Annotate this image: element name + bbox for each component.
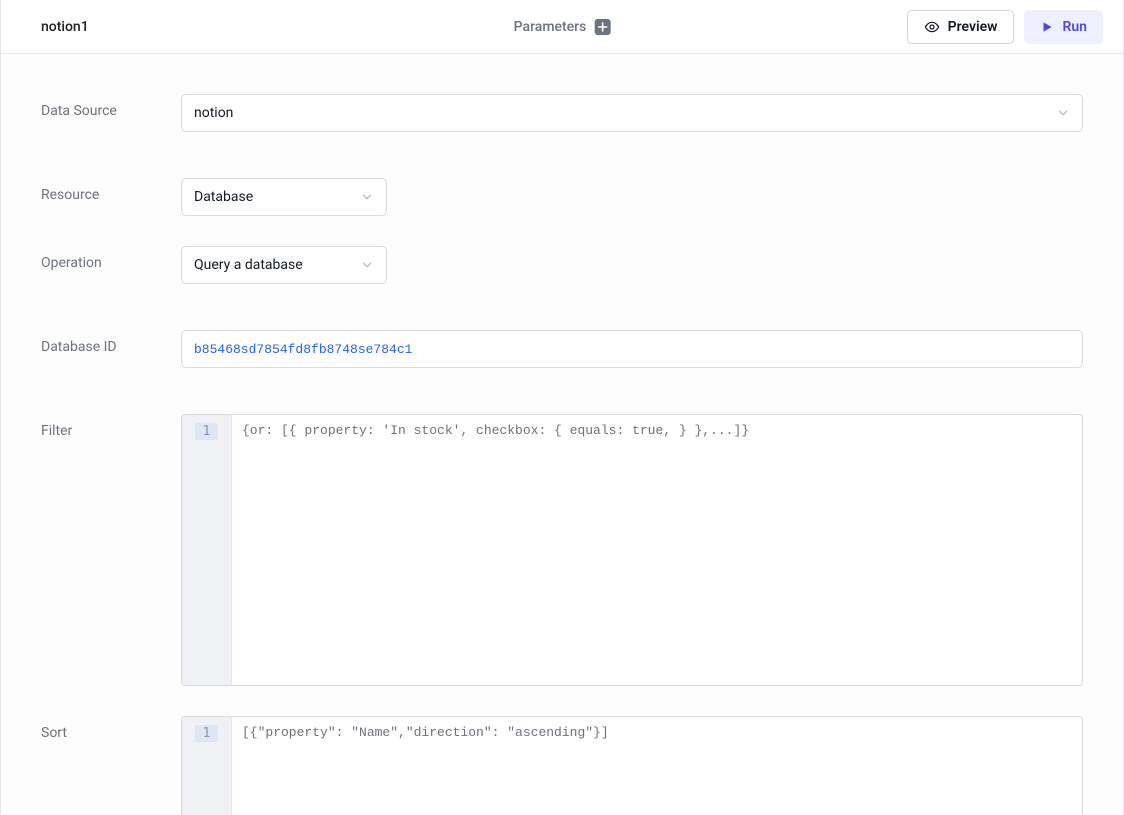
sort-code-editor[interactable]: 1 [{"property": "Name","direction": "asc…: [181, 716, 1083, 815]
preview-label: Preview: [948, 19, 998, 35]
chevron-down-icon: [1056, 106, 1070, 120]
code-gutter: 1: [182, 415, 232, 685]
data-source-select[interactable]: notion: [181, 94, 1083, 132]
run-label: Run: [1062, 19, 1087, 35]
topbar: notion1 Parameters Preview Run: [1, 0, 1123, 54]
operation-value: Query a database: [194, 257, 303, 273]
sort-code-content[interactable]: [{"property": "Name","direction": "ascen…: [232, 717, 1082, 815]
label-resource: Resource: [41, 178, 181, 203]
data-source-value: notion: [194, 105, 233, 121]
label-data-source: Data Source: [41, 94, 181, 119]
tab-parameters[interactable]: Parameters: [514, 19, 611, 35]
page-title: notion1: [41, 19, 89, 35]
filter-code-content[interactable]: {or: [{ property: 'In stock', checkbox: …: [232, 415, 1082, 685]
resource-value: Database: [194, 189, 253, 205]
database-id-input[interactable]: [181, 330, 1083, 368]
parameters-label: Parameters: [514, 19, 587, 35]
label-database-id: Database ID: [41, 330, 181, 355]
eye-icon: [924, 19, 940, 35]
label-sort: Sort: [41, 716, 181, 741]
label-filter: Filter: [41, 414, 181, 439]
operation-select[interactable]: Query a database: [181, 246, 387, 284]
preview-button[interactable]: Preview: [907, 10, 1015, 44]
label-operation: Operation: [41, 246, 181, 271]
resource-select[interactable]: Database: [181, 178, 387, 216]
run-button[interactable]: Run: [1024, 10, 1103, 44]
filter-code-editor[interactable]: 1 {or: [{ property: 'In stock', checkbox…: [181, 414, 1083, 686]
add-parameter-icon[interactable]: [594, 19, 610, 35]
chevron-down-icon: [360, 258, 374, 272]
code-gutter: 1: [182, 717, 232, 815]
chevron-down-icon: [360, 190, 374, 204]
gutter-line-number: 1: [195, 725, 219, 742]
play-icon: [1040, 20, 1054, 34]
form-panel: Data Source notion Resource Database: [1, 54, 1123, 815]
gutter-line-number: 1: [195, 423, 219, 440]
